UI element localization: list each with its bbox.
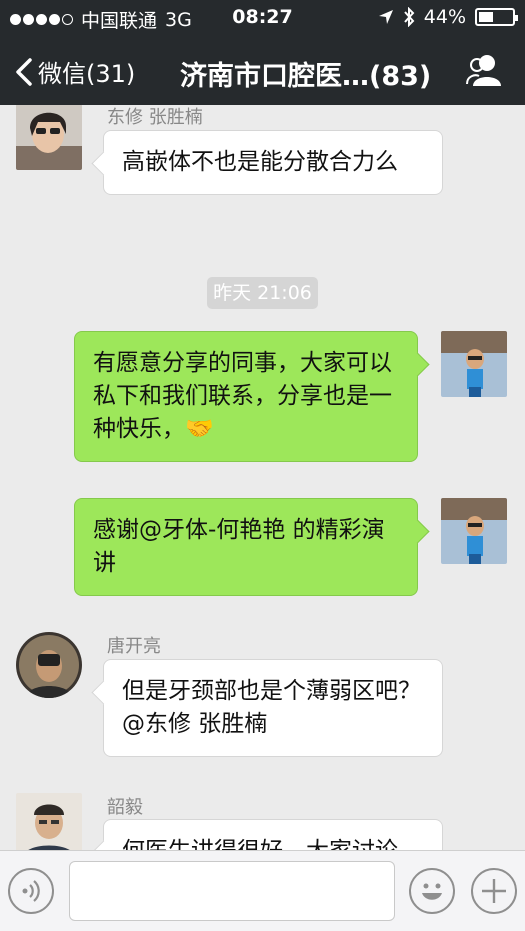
chat-area[interactable]: 东修 张胜楠 高嵌体不也是能分散合力么 昨天 21:06 有愿意分享的同事，大家… xyxy=(0,105,525,850)
emoji-button[interactable] xyxy=(409,868,455,914)
avatar[interactable] xyxy=(16,105,82,170)
avatar[interactable] xyxy=(441,331,507,397)
message-bubble[interactable]: 感谢@牙体-何艳艳 的精彩演讲 xyxy=(74,498,418,596)
sender-name: 韶毅 xyxy=(107,797,143,818)
avatar[interactable] xyxy=(441,498,507,564)
message-bubble[interactable]: 但是牙颈部也是个薄弱区吧？@东修 张胜楠 xyxy=(103,659,443,757)
avatar[interactable] xyxy=(16,632,82,698)
chat-title: 济南市口腔医…(83) xyxy=(180,61,432,92)
sender-name: 东修 张胜楠 xyxy=(107,107,203,128)
message-bubble[interactable]: 有愿意分享的同事，大家可以私下和我们联系，分享也是一种快乐，🤝 xyxy=(74,331,418,462)
back-button[interactable]: 微信(31) xyxy=(14,54,135,89)
chevron-left-icon xyxy=(16,57,32,86)
top-bar: 中国联通 3G 08:27 44% 微信(31) 济南市口腔医…(83) xyxy=(0,0,525,105)
timestamp-badge: 昨天 21:06 xyxy=(207,277,318,309)
bluetooth-icon xyxy=(404,7,415,27)
battery-icon xyxy=(475,8,518,26)
plus-button[interactable] xyxy=(471,868,517,914)
battery-percent: 44% xyxy=(423,6,466,28)
plus-icon xyxy=(482,879,506,903)
nav-bar: 微信(31) 济南市口腔医…(83) xyxy=(0,40,525,102)
voice-icon xyxy=(22,880,40,902)
back-label: 微信(31) xyxy=(38,60,136,88)
input-bar xyxy=(0,850,525,931)
avatar[interactable] xyxy=(16,793,82,850)
message-bubble[interactable]: 高嵌体不也是能分散合力么 xyxy=(103,130,443,195)
emoji-icon xyxy=(422,883,442,900)
status-bar: 中国联通 3G 08:27 44% xyxy=(0,0,525,34)
voice-button[interactable] xyxy=(8,868,54,914)
message-input[interactable] xyxy=(69,861,395,921)
sender-name: 唐开亮 xyxy=(107,636,161,657)
message-bubble[interactable]: 何医生讲得很好，大家讨论 xyxy=(103,819,443,850)
location-icon xyxy=(378,10,393,24)
group-profile-icon[interactable] xyxy=(465,52,505,88)
